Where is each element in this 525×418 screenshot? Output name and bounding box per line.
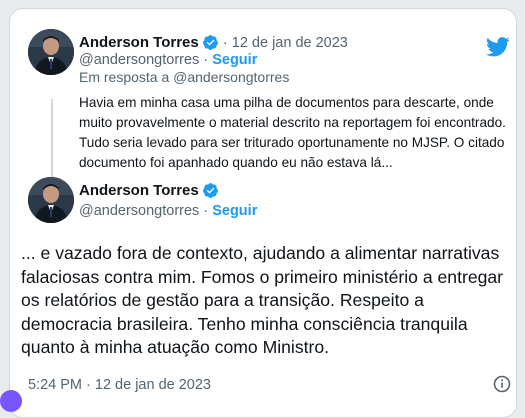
separator-dot: · <box>203 203 209 219</box>
info-icon[interactable] <box>493 375 511 398</box>
reply-to-label[interactable]: Em resposta a @andersongtorres <box>79 69 289 85</box>
tweet-text: ... e vazado fora de contexto, ajudando … <box>21 243 504 357</box>
author-name[interactable]: Anderson Torres <box>79 182 199 199</box>
separator-dot: · <box>222 34 228 51</box>
twitter-bird-icon[interactable] <box>486 37 510 62</box>
follow-button[interactable]: Seguir <box>212 52 257 68</box>
follow-button[interactable]: Seguir <box>212 203 257 219</box>
verified-badge-icon <box>202 182 219 199</box>
quoted-date[interactable]: 12 de jan de 2023 <box>232 35 348 51</box>
thread-connector-line <box>51 99 53 177</box>
avatar[interactable] <box>28 29 74 75</box>
verified-badge-icon <box>202 34 219 51</box>
tweet-embed-card: Anderson Torres · 12 de jan de 2023 @and… <box>0 8 517 418</box>
partial-avatar-icon <box>0 390 22 412</box>
tweet-timestamp[interactable]: 5:24 PM · 12 de jan de 2023 <box>28 377 211 393</box>
avatar[interactable] <box>28 177 74 223</box>
quoted-tweet-text: Havia em minha casa uma pilha de documen… <box>79 95 506 170</box>
author-handle[interactable]: @andersongtorres <box>79 52 199 68</box>
quoted-author-row: Anderson Torres · 12 de jan de 2023 <box>79 34 348 51</box>
quoted-handle-row: @andersongtorres · Seguir <box>79 52 257 68</box>
separator-dot: · <box>203 52 209 68</box>
main-handle-row: @andersongtorres · Seguir <box>79 203 257 219</box>
main-author-row: Anderson Torres <box>79 182 219 199</box>
author-handle[interactable]: @andersongtorres <box>79 203 199 219</box>
author-name[interactable]: Anderson Torres <box>79 34 199 51</box>
